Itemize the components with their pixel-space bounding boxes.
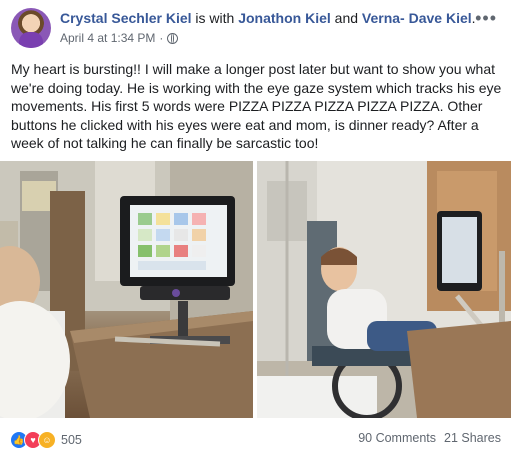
comments-link[interactable]: 90 Comments <box>358 431 436 445</box>
avatar-shirt <box>19 32 43 48</box>
reaction-summary[interactable]: 👍 ♥ ☺ 505 <box>10 431 82 449</box>
and-text: and <box>330 10 362 26</box>
photo-eye-gaze-device[interactable] <box>0 161 253 418</box>
haha-icon: ☺ <box>38 431 56 449</box>
post-body-text: My heart is bursting!! I will make a lon… <box>11 61 502 151</box>
tagged-user-link[interactable]: Verna- Dave Kiel <box>362 10 472 26</box>
photo-boy-in-wheelchair[interactable] <box>257 161 511 418</box>
meta-separator: · <box>159 31 164 45</box>
timestamp-link[interactable]: April 4 at 1:34 PM <box>60 31 155 45</box>
reaction-count: 505 <box>61 433 82 447</box>
shares-link[interactable]: 21 Shares <box>444 431 501 445</box>
photo-grid <box>0 161 511 418</box>
with-text: is with <box>191 10 239 26</box>
globe-icon[interactable] <box>167 32 179 44</box>
post-header: Crystal Sechler Kiel is with Jonathon Ki… <box>0 0 511 52</box>
photo-eye-gaze-device-art <box>0 161 253 418</box>
post-author-line: Crystal Sechler Kiel is with Jonathon Ki… <box>60 9 476 27</box>
photo-boy-in-wheelchair-art <box>257 161 511 418</box>
engagement-stats: 90 Comments 21 Shares <box>358 431 501 445</box>
post-footer: 👍 ♥ ☺ 505 90 Comments 21 Shares <box>0 418 511 459</box>
author-name-link[interactable]: Crystal Sechler Kiel <box>60 10 192 26</box>
more-options-button[interactable]: ••• <box>475 8 497 29</box>
avatar[interactable] <box>11 8 51 48</box>
tagged-user-link[interactable]: Jonathon Kiel <box>238 10 331 26</box>
post-meta: April 4 at 1:34 PM · <box>60 31 179 45</box>
